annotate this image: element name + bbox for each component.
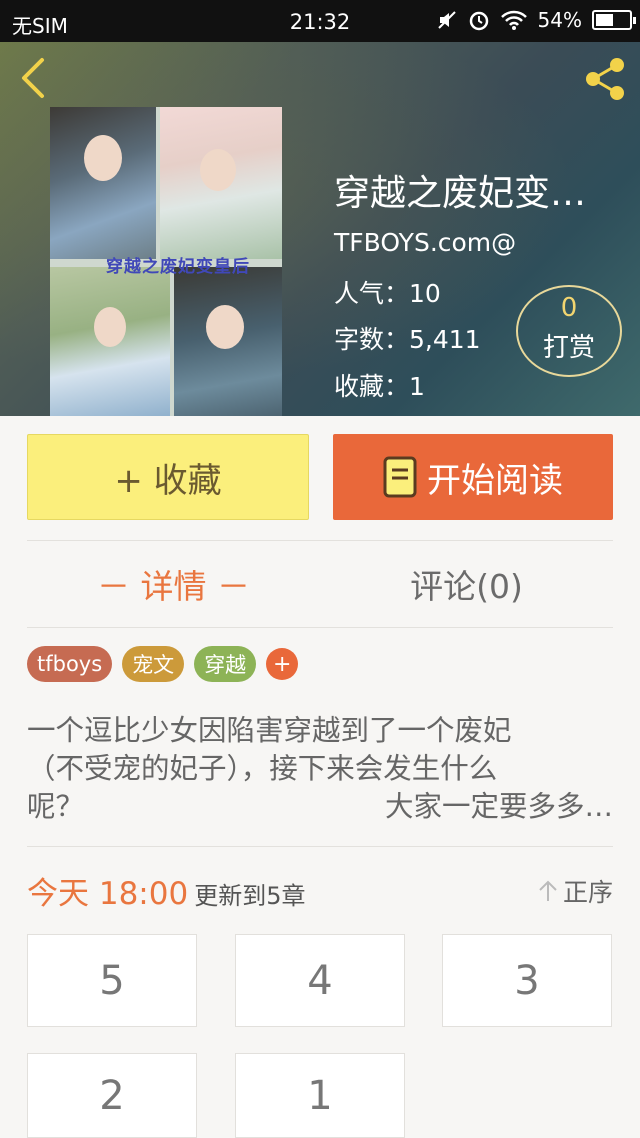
alarm-icon	[469, 11, 488, 31]
share-button[interactable]	[580, 54, 630, 104]
divider	[27, 540, 613, 541]
chevron-left-icon	[22, 58, 44, 98]
battery-fill	[596, 14, 614, 26]
update-time: 今天 18:00	[27, 876, 189, 912]
stat-word-count: 字数：5,411	[334, 325, 481, 354]
wifi-icon	[500, 10, 527, 30]
tag-chuanyue[interactable]: 穿越	[194, 646, 257, 682]
cover-title: 穿越之废妃变皇后	[106, 257, 250, 277]
description-line: （不受宠的妃子），接下来会发生什么	[27, 752, 498, 785]
chapter-button-3[interactable]: 3	[442, 934, 612, 1027]
start-reading-label: 开始阅读	[427, 460, 563, 501]
mute-icon	[437, 11, 456, 29]
description-line: 一个逗比少女因陷害穿越到了一个废妃	[27, 714, 512, 747]
book-author[interactable]: TFBOYS.com@	[334, 228, 516, 257]
book-icon	[383, 456, 417, 498]
status-bar: 无SIM 21:32 54%	[0, 0, 640, 42]
tag-chongwen[interactable]: 宠文	[122, 646, 185, 682]
stat-popularity: 人气：10	[334, 279, 441, 308]
reward-count: 0	[560, 293, 578, 323]
battery-icon	[592, 10, 636, 30]
start-reading-button[interactable]: 开始阅读	[333, 434, 613, 520]
chapter-button-1[interactable]: 1	[235, 1053, 405, 1138]
divider	[27, 846, 613, 847]
chapter-button-4[interactable]: 4	[235, 934, 405, 1027]
tab-details[interactable]: － 详情 －	[27, 560, 320, 610]
add-favorite-button[interactable]: + 收藏	[27, 434, 309, 520]
arrow-up-icon	[539, 880, 557, 901]
tag-list: tfboys 宠文 穿越 +	[27, 646, 299, 682]
share-icon	[586, 58, 624, 100]
sort-order-label: 正序	[562, 878, 613, 907]
tag-tfboys[interactable]: tfboys	[27, 646, 113, 682]
chapter-button-2[interactable]: 2	[27, 1053, 197, 1138]
description-text: 大家一定要多多…	[384, 790, 613, 823]
sort-order-button[interactable]: 正序	[537, 873, 613, 909]
reward-button[interactable]: 0 打赏	[516, 285, 622, 377]
update-status: 更新到5章	[194, 882, 306, 910]
tab-comments-label: 评论(0)	[410, 567, 523, 606]
tab-comments[interactable]: 评论(0)	[320, 560, 613, 610]
update-info: 今天 18:00 更新到5章 正序	[27, 868, 613, 912]
description-line: 呢？ 大家一定要多多…	[27, 788, 613, 826]
status-icons: 54%	[436, 8, 636, 32]
stat-favorites: 收藏：1	[334, 372, 425, 401]
reward-label: 打赏	[542, 333, 595, 363]
book-cover[interactable]: 穿越之废妃变皇后	[50, 107, 282, 416]
tab-details-label: － 详情 －	[97, 567, 250, 606]
chapter-button-5[interactable]: 5	[27, 934, 197, 1027]
divider	[27, 627, 613, 628]
description-text: 呢？	[27, 790, 85, 823]
book-header: 穿越之废妃变皇后 穿越之废妃变… TFBOYS.com@ 人气：10 字数：5,…	[0, 42, 640, 416]
battery-percent: 54%	[537, 8, 582, 32]
add-tag-button[interactable]: +	[266, 648, 299, 680]
add-favorite-label: + 收藏	[114, 460, 222, 501]
back-button[interactable]	[14, 56, 54, 100]
book-title: 穿越之废妃变…	[334, 173, 587, 214]
book-description[interactable]: 一个逗比少女因陷害穿越到了一个废妃 （不受宠的妃子），接下来会发生什么 呢？ 大…	[27, 712, 613, 826]
